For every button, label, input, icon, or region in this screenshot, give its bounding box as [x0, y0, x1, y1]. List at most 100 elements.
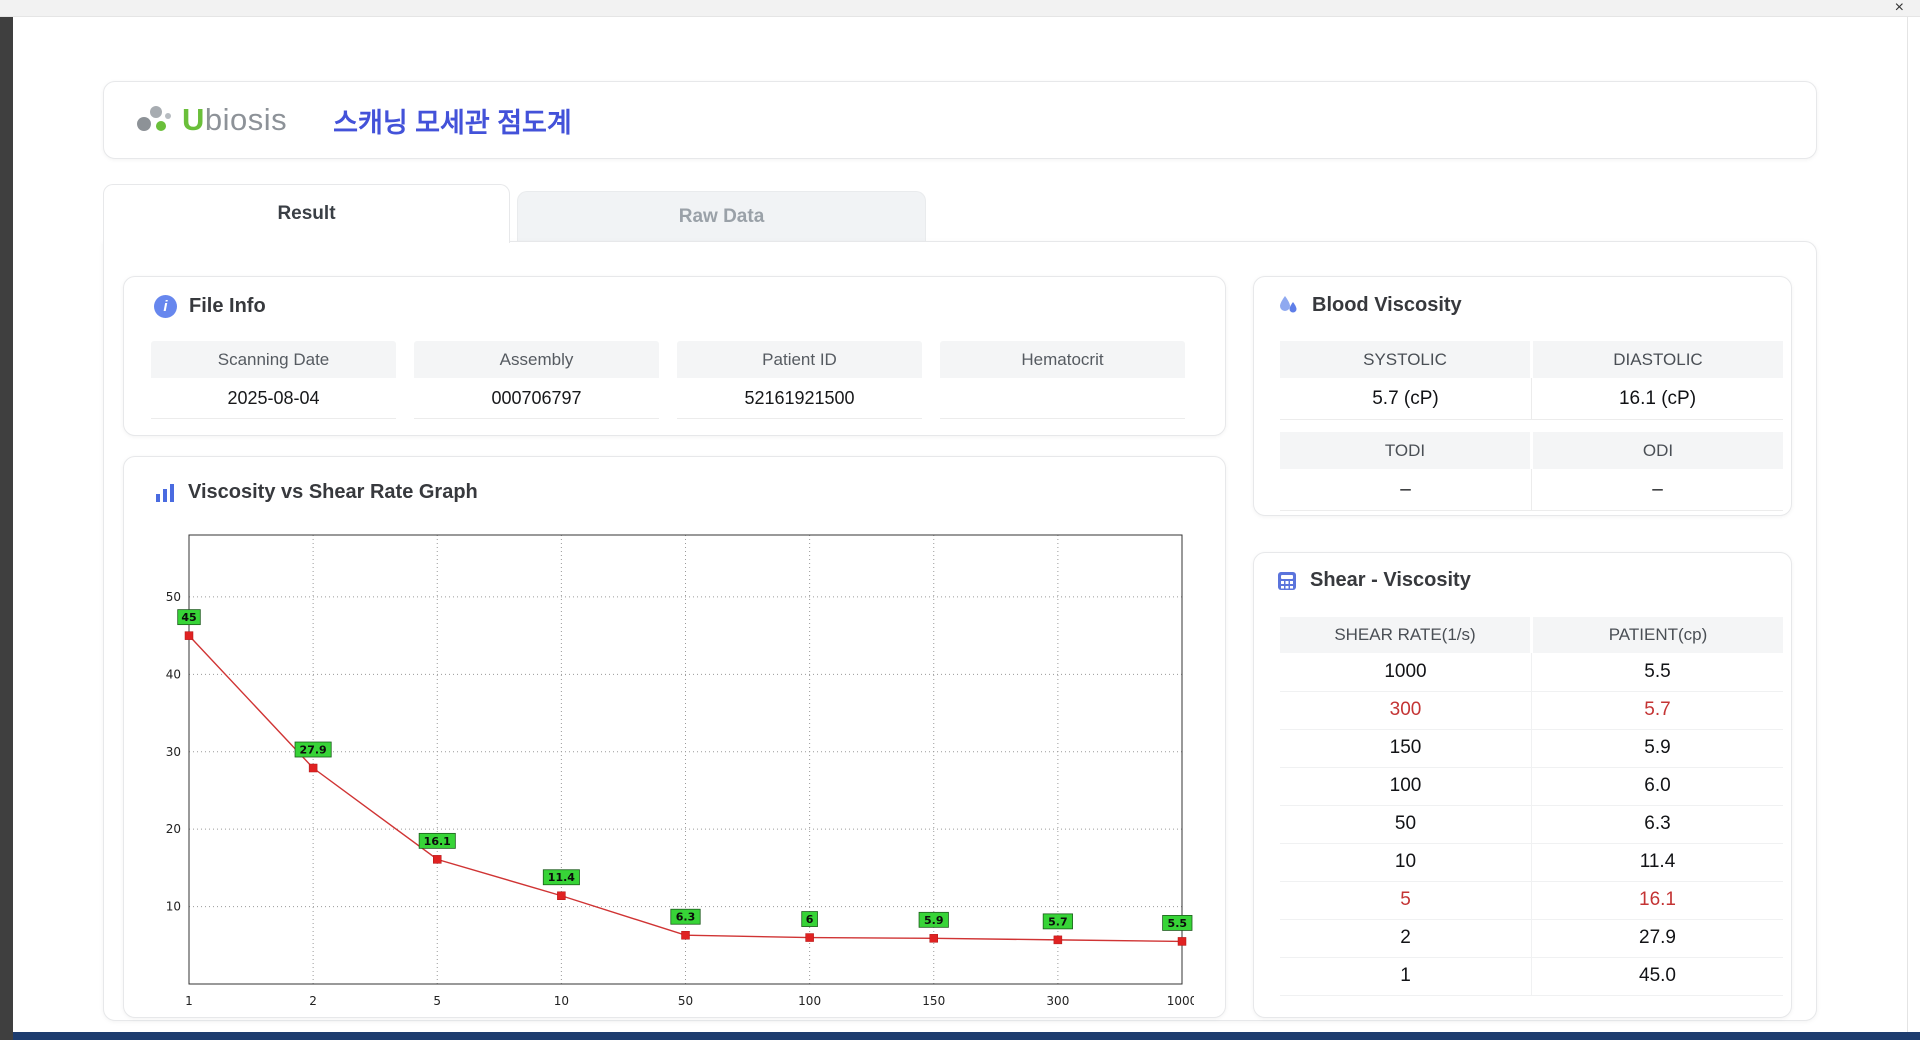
table-header-row: SHEAR RATE(1/s) PATIENT(cp)	[1280, 617, 1783, 653]
shear-cell: 2	[1280, 919, 1532, 958]
systolic-value: 5.7 (cP)	[1280, 378, 1532, 420]
water-drop-icon	[1276, 293, 1300, 317]
svg-text:50: 50	[678, 994, 693, 1008]
svg-text:6: 6	[806, 913, 814, 926]
info-icon: i	[154, 295, 177, 318]
svg-text:45: 45	[181, 611, 196, 624]
shear-viscosity-header: Shear - Viscosity	[1254, 553, 1791, 592]
table-row: 300 5.7	[1280, 691, 1783, 730]
shear-viscosity-title: Shear - Viscosity	[1310, 569, 1471, 591]
svg-text:150: 150	[922, 994, 945, 1008]
table-row: 100 6.0	[1280, 767, 1783, 806]
bv-value-row-1: 5.7 (cP) 16.1 (cP)	[1280, 378, 1783, 420]
systolic-label: SYSTOLIC	[1280, 341, 1533, 378]
brand-logo: Ubiosis	[134, 102, 287, 138]
shear-rate-column-header: SHEAR RATE(1/s)	[1280, 617, 1533, 653]
field-label: Assembly	[414, 341, 659, 378]
viscosity-shear-chart: 10 20 30 40 50 1 2 5 10 50 100 150 300 1000 45 27.9 16.1…	[148, 533, 1200, 1013]
svg-text:16.1: 16.1	[424, 835, 451, 848]
field-value: 52161921500	[677, 378, 922, 419]
bv-value-row-2: – –	[1280, 469, 1783, 511]
page-title: 스캐닝 모세관 점도계	[333, 107, 572, 138]
svg-text:1000: 1000	[1167, 994, 1194, 1008]
chart-svg: 10 20 30 40 50 1 2 5 10 50 100 150 300 1000 45 27.9 16.1…	[166, 534, 1197, 1008]
patient-cell: 6.3	[1531, 805, 1783, 844]
table-row: 150 5.9	[1280, 729, 1783, 768]
svg-text:11.4: 11.4	[548, 871, 575, 884]
field-value	[940, 378, 1185, 419]
window-right-border	[1907, 17, 1908, 1032]
shear-cell: 5	[1280, 881, 1532, 920]
field-label: Hematocrit	[940, 341, 1185, 378]
blood-viscosity-title: Blood Viscosity	[1312, 293, 1462, 316]
table-row: 1 45.0	[1280, 957, 1783, 996]
window-titlebar: ×	[0, 0, 1920, 17]
field-hematocrit: Hematocrit	[940, 341, 1185, 419]
patient-column-header: PATIENT(cp)	[1531, 617, 1783, 653]
svg-text:10: 10	[554, 994, 569, 1008]
graph-title: Viscosity vs Shear Rate Graph	[188, 481, 478, 503]
odi-value: –	[1532, 469, 1783, 511]
window-left-edge	[0, 17, 13, 1040]
calculator-icon	[1276, 570, 1298, 592]
svg-text:5: 5	[433, 994, 441, 1008]
file-info-fields: Scanning Date 2025-08-04 Assembly 000706…	[124, 318, 1225, 419]
close-icon[interactable]: ×	[1895, 0, 1904, 16]
field-scanning-date: Scanning Date 2025-08-04	[151, 341, 396, 419]
svg-text:5.5: 5.5	[1168, 917, 1188, 930]
shear-cell: 10	[1280, 843, 1532, 882]
patient-cell: 45.0	[1531, 957, 1783, 996]
svg-text:100: 100	[798, 994, 821, 1008]
svg-text:300: 300	[1046, 994, 1069, 1008]
svg-text:30: 30	[166, 745, 181, 759]
bv-row-spacer	[1280, 420, 1783, 432]
odi-label: ODI	[1533, 432, 1783, 469]
window-bottom-edge	[13, 1032, 1920, 1040]
bv-label-row-1: SYSTOLIC DIASTOLIC	[1280, 341, 1783, 378]
svg-text:6.3: 6.3	[676, 911, 696, 924]
header-bar: Ubiosis 스캐닝 모세관 점도계	[103, 81, 1817, 159]
patient-cell: 11.4	[1531, 843, 1783, 882]
bar-chart-icon	[154, 482, 176, 504]
shear-cell: 150	[1280, 729, 1532, 768]
graph-header: Viscosity vs Shear Rate Graph	[124, 457, 1225, 504]
svg-text:2: 2	[309, 994, 317, 1008]
field-value: 000706797	[414, 378, 659, 419]
field-label: Patient ID	[677, 341, 922, 378]
diastolic-label: DIASTOLIC	[1533, 341, 1783, 378]
tab-raw-data[interactable]: Raw Data	[517, 191, 926, 241]
table-row: 5 16.1	[1280, 881, 1783, 920]
shear-viscosity-table: SHEAR RATE(1/s) PATIENT(cp) 1000 5.5 300 5…	[1280, 617, 1783, 996]
svg-text:1: 1	[185, 994, 193, 1008]
svg-text:50: 50	[166, 590, 181, 604]
table-row: 1000 5.5	[1280, 653, 1783, 692]
table-row: 2 27.9	[1280, 919, 1783, 958]
diastolic-value: 16.1 (cP)	[1532, 378, 1783, 420]
table-row: 50 6.3	[1280, 805, 1783, 844]
shear-cell: 1	[1280, 957, 1532, 996]
field-label: Scanning Date	[151, 341, 396, 378]
brand-initial: U	[182, 102, 205, 137]
brand-name: Ubiosis	[182, 102, 287, 138]
file-info-card: i File Info Scanning Date 2025-08-04 Ass…	[123, 276, 1226, 436]
ubiosis-leaf-icon	[134, 102, 174, 138]
file-info-title: File Info	[189, 295, 266, 317]
shear-cell: 50	[1280, 805, 1532, 844]
tab-result[interactable]: Result	[103, 184, 510, 243]
svg-text:27.9: 27.9	[300, 744, 327, 757]
brand-rest: biosis	[204, 102, 288, 137]
field-value: 2025-08-04	[151, 378, 396, 419]
blood-viscosity-card: Blood Viscosity SYSTOLIC DIASTOLIC 5.7 (…	[1253, 276, 1792, 516]
shear-cell: 100	[1280, 767, 1532, 806]
todi-label: TODI	[1280, 432, 1533, 469]
todi-value: –	[1280, 469, 1532, 511]
patient-cell: 27.9	[1531, 919, 1783, 958]
patient-cell: 6.0	[1531, 767, 1783, 806]
svg-text:40: 40	[166, 667, 181, 681]
blood-viscosity-header: Blood Viscosity	[1254, 277, 1791, 317]
table-row: 10 11.4	[1280, 843, 1783, 882]
patient-cell: 16.1	[1531, 881, 1783, 920]
svg-text:5.7: 5.7	[1048, 915, 1068, 928]
field-patient-id: Patient ID 52161921500	[677, 341, 922, 419]
patient-cell: 5.5	[1531, 653, 1783, 692]
